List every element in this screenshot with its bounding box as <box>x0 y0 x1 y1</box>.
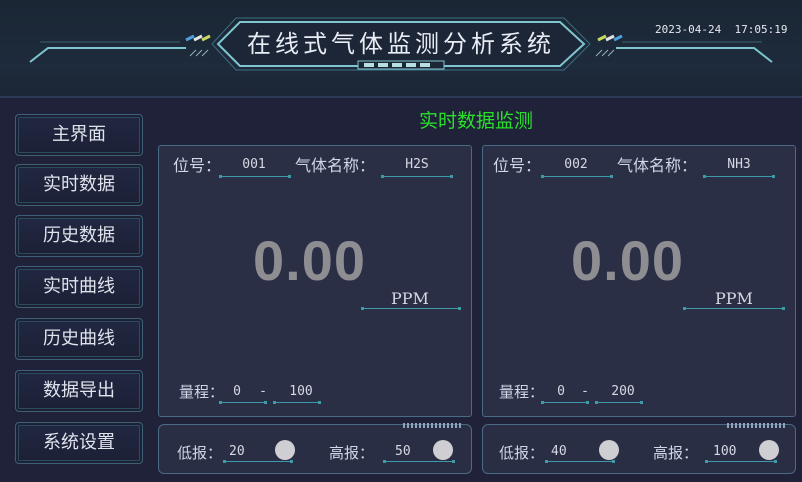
unit-underline <box>361 307 461 310</box>
range-separator: - <box>259 384 267 399</box>
gas-name-label: 气体名称： <box>295 156 376 175</box>
low-alarm-value: 40 <box>551 444 567 459</box>
stripe-decoration <box>403 423 463 428</box>
high-alarm-label: 高报： <box>653 444 699 462</box>
field-underline <box>595 401 643 404</box>
high-alarm-indicator <box>433 440 453 460</box>
unit-label: PPM <box>391 289 429 308</box>
nav-history-curve-button[interactable]: 历史曲线 <box>15 318 143 360</box>
alarm-bar-1: 低报： 20 高报： 50 <box>158 423 472 474</box>
position-label: 位号： <box>173 156 222 175</box>
field-underline <box>219 401 267 404</box>
high-alarm-value: 50 <box>395 444 411 459</box>
header-bar: 在线式气体监测分析系统 2023-04-24 17:05:19 <box>0 0 802 98</box>
nav-system-settings-button[interactable]: 系统设置 <box>15 422 143 464</box>
high-alarm-value: 100 <box>713 444 737 459</box>
stripe-decoration <box>727 423 787 428</box>
range-max-value: 200 <box>611 384 635 399</box>
alarm-bar-2: 低报： 40 高报： 100 <box>482 423 796 474</box>
unit-label: PPM <box>715 289 753 308</box>
field-underline <box>703 175 775 178</box>
gas-reading-value: 0.00 <box>571 229 684 292</box>
position-value: 002 <box>564 157 588 172</box>
position-value: 001 <box>242 157 266 172</box>
gas-name-value: H2S <box>405 157 429 172</box>
high-alarm-label: 高报： <box>329 444 375 462</box>
range-label: 量程： <box>499 383 545 401</box>
gas-name-label: 气体名称： <box>617 156 698 175</box>
field-underline <box>705 460 777 463</box>
datetime-display: 2023-04-24 17:05:19 <box>655 23 788 36</box>
app-title: 在线式气体监测分析系统 <box>247 30 555 58</box>
position-label: 位号： <box>493 156 542 175</box>
nav-realtime-curve-button[interactable]: 实时曲线 <box>15 266 143 308</box>
nav-main-button[interactable]: 主界面 <box>15 114 143 156</box>
field-underline <box>541 401 589 404</box>
range-min-value: 0 <box>233 384 241 399</box>
high-alarm-indicator <box>759 440 779 460</box>
gas-panel-2: 位号： 002 气体名称： NH3 0.00 PPM 量程： 0 - 200 <box>482 145 796 417</box>
field-underline <box>381 175 453 178</box>
range-min-value: 0 <box>557 384 565 399</box>
low-alarm-value: 20 <box>229 444 245 459</box>
field-underline <box>219 175 291 178</box>
low-alarm-indicator <box>599 440 619 460</box>
field-underline <box>383 460 455 463</box>
gas-name-value: NH3 <box>727 157 751 172</box>
range-separator: - <box>581 384 589 399</box>
field-underline <box>541 175 613 178</box>
nav-realtime-data-button[interactable]: 实时数据 <box>15 164 143 206</box>
field-underline <box>273 401 321 404</box>
gas-panel-1: 位号： 001 气体名称： H2S 0.00 PPM 量程： 0 - 100 <box>158 145 472 417</box>
low-alarm-indicator <box>275 440 295 460</box>
gas-reading-value: 0.00 <box>253 229 366 292</box>
low-alarm-label: 低报： <box>499 444 545 462</box>
field-underline <box>545 460 615 463</box>
field-underline <box>223 460 293 463</box>
range-max-value: 100 <box>289 384 313 399</box>
page-title: 实时数据监测 <box>418 110 533 132</box>
unit-underline <box>683 307 785 310</box>
nav-history-data-button[interactable]: 历史数据 <box>15 215 143 257</box>
range-label: 量程： <box>179 383 225 401</box>
nav-data-export-button[interactable]: 数据导出 <box>15 370 143 412</box>
low-alarm-label: 低报： <box>177 444 223 462</box>
